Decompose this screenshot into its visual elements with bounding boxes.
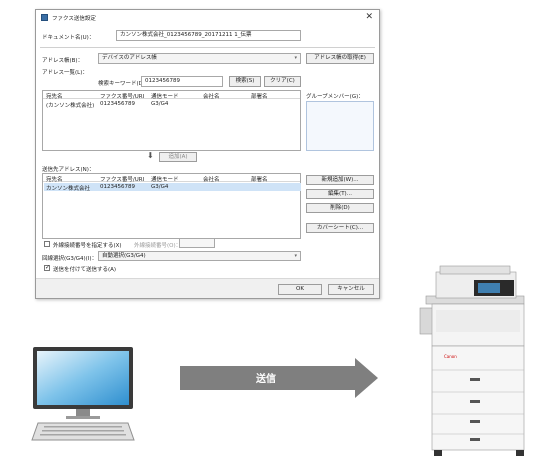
row-name: カンソン株式会社 [46,186,91,192]
log-checkbox[interactable] [44,264,50,271]
new-register-button[interactable]: 新規追加(W)... [306,175,374,185]
column-header: 宛先名 [46,177,63,183]
title-bar: ファクス送信設定 ✕ [36,10,379,25]
document-name-field[interactable]: カンソン株式会社_0123456789_20171211 1_伝票 [116,30,301,41]
line-select-label: 回線選択(G3/G4)(I)： [42,256,98,262]
column-header: 宛先名 [46,94,63,100]
send-arrow-label: 送信 [256,374,276,385]
delete-button[interactable]: 削除(D) [306,203,374,213]
address-book-label: アドレス帳(B)： [42,58,84,64]
get-address-book-button[interactable]: アドレス帳の取得(E) [306,53,374,64]
outside-line-checkbox[interactable] [44,241,50,247]
clear-button[interactable]: クリア(C) [264,76,301,87]
search-keyword-input[interactable]: 0123456789 [141,76,223,87]
arrow-down-icon: ⬇ [147,151,154,160]
row-fax: 0123456789 [100,184,135,190]
address-list-label: アドレス一覧(L)： [42,70,88,76]
column-header: 会社名 [203,177,220,183]
column-header: 部署名 [251,177,268,183]
printer-icon: Canon [419,265,525,456]
group-member-list[interactable] [306,101,374,151]
printer-brand: Canon [444,354,457,359]
chevron-down-icon: ▾ [294,55,297,61]
search-button[interactable]: 検索(S) [229,76,261,87]
destination-table[interactable]: 宛先名 ファクス番号/URI 通信モード 会社名 部署名 カンソン株式会社 01… [42,173,301,239]
row-name: (カンソン株式会社) [46,103,95,109]
row-mode: G3/G4 [151,101,169,107]
log-checkbox-label: 送信を付けて送信する(A) [53,267,117,273]
add-button[interactable]: 追加(A) [159,152,197,162]
address-book-select[interactable]: デバイスのアドレス帳 ▾ [98,53,301,64]
ok-button[interactable]: OK [278,284,322,295]
line-select-value: 自動選択(G3/G4) [102,253,146,259]
group-member-label: グループメンバー(G)： [306,94,364,100]
table-header: 宛先名 ファクス番号/URI 通信モード 会社名 部署名 [43,174,300,183]
edit-button[interactable]: 編集(T)... [306,189,374,199]
outside-line-label: 外線接続番号(O)： [134,243,182,249]
computer-icon [31,347,135,441]
close-icon[interactable]: ✕ [365,12,373,22]
table-header: 宛先名 ファクス番号/URI 通信モード 会社名 部署名 [43,91,300,100]
fax-settings-dialog: ファクス送信設定 ✕ ドキュメント名(U)： カンソン株式会社_01234567… [35,9,380,299]
cancel-button[interactable]: キャンセル [328,284,374,295]
dialog-button-bar: OK キャンセル [36,278,379,298]
outside-line-input[interactable] [179,238,215,248]
column-header: 通信モード [151,94,179,100]
column-header: ファクス番号/URI [100,177,145,183]
address-book-value: デバイスのアドレス帳 [102,55,157,61]
column-header: ファクス番号/URI [100,94,145,100]
column-header: 会社名 [203,94,220,100]
line-select[interactable]: 自動選択(G3/G4) ▾ [98,251,301,261]
column-header: 通信モード [151,177,179,183]
outside-line-checkbox-label: 外線接続番号を指定する(X) [53,243,122,249]
table-row[interactable]: (カンソン株式会社) [46,101,94,109]
column-header: 部署名 [251,94,268,100]
row-fax: 0123456789 [100,101,135,107]
address-list-table[interactable]: 宛先名 ファクス番号/URI 通信モード 会社名 部署名 (カンソン株式会社) … [42,90,301,151]
separator [40,47,375,48]
cover-sheet-button[interactable]: カバーシート(C)... [306,223,374,233]
row-mode: G3/G4 [151,184,169,190]
destination-label: 送信先アドレス(N)： [42,167,95,173]
document-name-label: ドキュメント名(U)： [42,35,95,41]
fax-app-icon [41,14,48,21]
chevron-down-icon: ▾ [294,253,297,259]
dialog-title: ファクス送信設定 [52,16,96,22]
